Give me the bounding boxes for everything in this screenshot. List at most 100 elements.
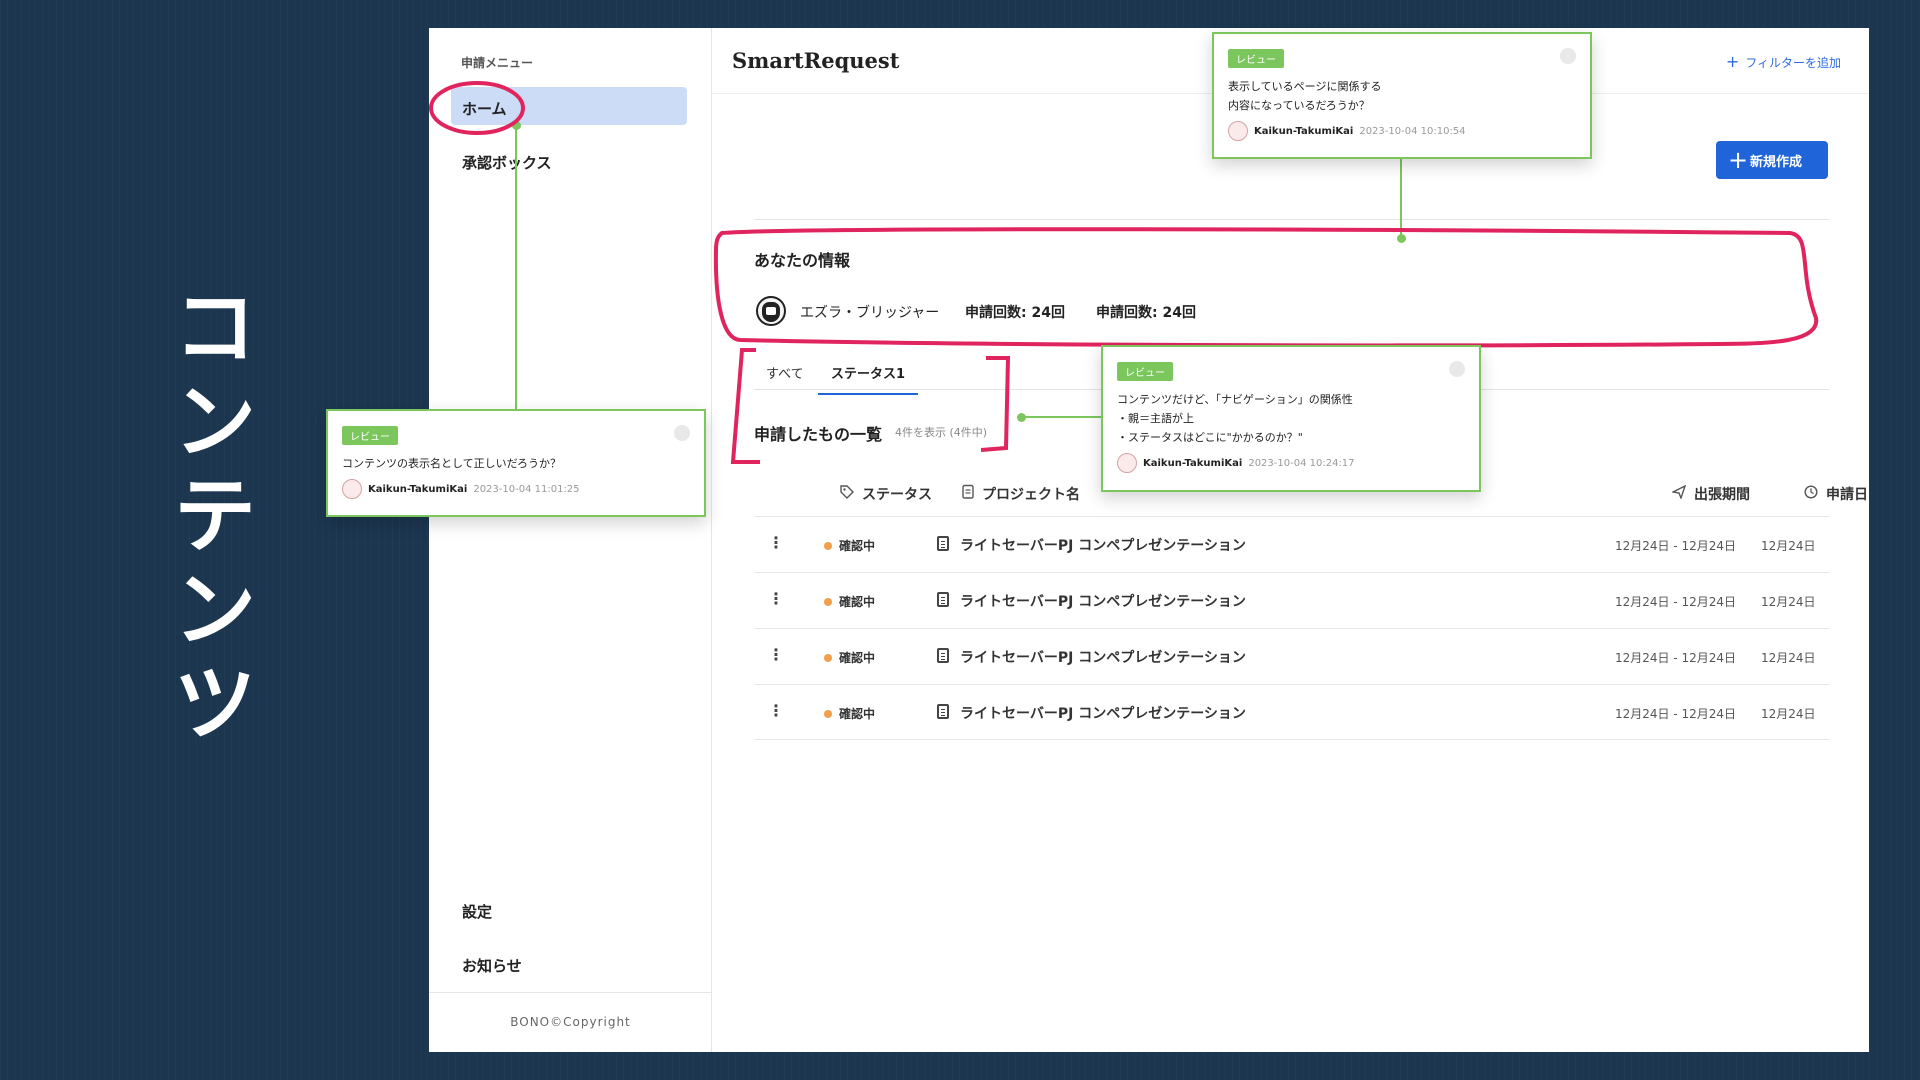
trip-period: 12月24日 - 12月24日 <box>1615 651 1737 665</box>
column-header-label: プロジェクト名 <box>982 487 1080 503</box>
tab-status-1[interactable]: ステータス1 <box>818 363 918 395</box>
review-user: Kaikun-TakumiKai <box>1254 125 1354 137</box>
resolve-toggle[interactable] <box>1449 361 1465 377</box>
review-connector <box>1022 416 1102 418</box>
review-badge: レビュー <box>1117 362 1173 381</box>
add-filter-button[interactable]: + フィルターを追加 <box>1726 52 1841 71</box>
review-card[interactable]: レビュー コンテンツだけど、「ナビゲーション」の関係性 ・親＝主語が上 ・ステー… <box>1101 345 1481 492</box>
plus-icon: + <box>1725 52 1740 71</box>
status-dot <box>824 710 832 718</box>
clipboard-icon <box>937 648 949 663</box>
avatar <box>1117 453 1137 473</box>
review-card[interactable]: レビュー 表示しているページに関係する 内容になっているだろうか？ Kaikun… <box>1212 32 1592 159</box>
app-window: 申請メニュー ホーム 承認ボックス 設定 お知らせ BONO©Copyright… <box>429 28 1869 1052</box>
review-time: 2023-10-04 10:10:54 <box>1359 125 1466 137</box>
copyright: BONO©Copyright <box>510 1015 631 1029</box>
status-badge: 確認中 <box>839 707 876 721</box>
status-badge: 確認中 <box>839 595 876 609</box>
status-badge: 確認中 <box>839 651 876 665</box>
new-request-label: 新規作成 <box>1750 155 1803 170</box>
review-anchor <box>1017 413 1026 422</box>
review-card[interactable]: レビュー コンテンツの表示名として正しいだろうか？ Kaikun-TakumiK… <box>326 409 706 517</box>
apply-date: 12月24日 <box>1761 595 1816 609</box>
main-content: SmartRequest + フィルターを追加 + 新規作成 あなたの情報 エズラ… <box>712 28 1869 1052</box>
more-options-icon[interactable]: ⋮ <box>768 645 784 664</box>
tab-all[interactable]: すべて <box>766 363 804 395</box>
trip-period: 12月24日 - 12月24日 <box>1615 595 1737 609</box>
user-info-heading: あなたの情報 <box>754 251 851 270</box>
list-count: 4件を表示 (4件中) <box>895 426 988 439</box>
resolve-toggle[interactable] <box>1560 48 1576 64</box>
tag-icon <box>840 485 854 503</box>
clipboard-icon <box>937 536 949 551</box>
review-connector <box>1400 158 1402 238</box>
review-text: コンテンツの表示名として正しいだろうか？ <box>342 457 562 470</box>
trip-period: 12月24日 - 12月24日 <box>1615 539 1737 553</box>
app-title: SmartRequest <box>732 48 900 73</box>
review-connector <box>515 125 517 411</box>
more-options-icon[interactable]: ⋮ <box>768 533 784 552</box>
list-title: 申請したもの一覧 <box>754 425 883 444</box>
column-header-project[interactable]: プロジェクト名 <box>962 484 1080 504</box>
trip-period: 12月24日 - 12月24日 <box>1615 707 1737 721</box>
table-row[interactable]: ⋮ 確認中 ライトセーバーPJ コンペプレゼンテーション 12月24日 - 12… <box>754 572 1829 628</box>
clipboard-icon <box>937 592 949 607</box>
sidebar-item-settings[interactable]: 設定 <box>451 890 687 928</box>
sidebar-item-home[interactable]: ホーム <box>451 87 687 125</box>
resolve-toggle[interactable] <box>674 425 690 441</box>
slide-title: コンテンツ <box>173 281 256 752</box>
project-name: ライトセーバーPJ コンペプレゼンテーション <box>960 538 1246 554</box>
project-name: ライトセーバーPJ コンペプレゼンテーション <box>960 706 1246 722</box>
sidebar-item-label: お知らせ <box>462 957 522 975</box>
clipboard-icon <box>962 484 974 503</box>
apply-date: 12月24日 <box>1761 539 1816 553</box>
sidebar: 申請メニュー ホーム 承認ボックス 設定 お知らせ BONO©Copyright <box>429 28 712 1052</box>
avatar <box>342 479 362 499</box>
divider <box>754 219 1829 220</box>
review-anchor <box>1397 234 1406 243</box>
sidebar-item-label: 設定 <box>462 903 493 921</box>
review-text: 表示しているページに関係する 内容になっているだろうか？ <box>1228 80 1382 112</box>
column-header-label: ステータス <box>862 487 932 503</box>
review-badge: レビュー <box>342 426 398 445</box>
table-row[interactable]: ⋮ 確認中 ライトセーバーPJ コンペプレゼンテーション 12月24日 - 12… <box>754 684 1829 740</box>
column-header-label: 申請日 <box>1826 487 1868 503</box>
review-time: 2023-10-04 10:24:17 <box>1248 457 1355 469</box>
status-badge: 確認中 <box>839 539 876 553</box>
status-dot <box>824 542 832 550</box>
apply-date: 12月24日 <box>1761 651 1816 665</box>
plus-icon: + <box>1728 146 1749 174</box>
request-count: 申請回数: 24回 <box>965 305 1065 321</box>
sidebar-item-label: 承認ボックス <box>462 154 552 172</box>
new-request-button[interactable]: + 新規作成 <box>1716 141 1828 179</box>
review-meta: Kaikun-TakumiKai 2023-10-04 10:10:54 <box>1228 121 1576 141</box>
sidebar-item-label: ホーム <box>462 100 507 118</box>
column-header-status[interactable]: ステータス <box>840 484 932 504</box>
sidebar-footer: BONO©Copyright <box>429 992 712 1052</box>
review-meta: Kaikun-TakumiKai 2023-10-04 10:24:17 <box>1117 453 1465 473</box>
review-user: Kaikun-TakumiKai <box>1143 457 1243 469</box>
more-options-icon[interactable]: ⋮ <box>768 701 784 720</box>
review-meta: Kaikun-TakumiKai 2023-10-04 11:01:25 <box>342 479 690 499</box>
column-header-date[interactable]: 申請日 <box>1804 484 1868 504</box>
review-user: Kaikun-TakumiKai <box>368 483 468 495</box>
add-filter-label: フィルターを追加 <box>1745 56 1841 70</box>
table-row[interactable]: ⋮ 確認中 ライトセーバーPJ コンペプレゼンテーション 12月24日 - 12… <box>754 516 1829 572</box>
sidebar-item-approval-box[interactable]: 承認ボックス <box>451 141 687 179</box>
user-name: エズラ・ブリッジャー <box>800 305 940 321</box>
avatar <box>1228 121 1248 141</box>
review-anchor <box>512 121 521 130</box>
clock-icon <box>1804 485 1818 503</box>
column-header-trip[interactable]: 出張期間 <box>1670 484 1750 504</box>
more-options-icon[interactable]: ⋮ <box>768 589 784 608</box>
review-time: 2023-10-04 11:01:25 <box>473 483 580 495</box>
sidebar-item-notifications[interactable]: お知らせ <box>451 944 687 982</box>
menu-header: 申請メニュー <box>461 56 534 70</box>
status-dot <box>824 598 832 606</box>
project-name: ライトセーバーPJ コンペプレゼンテーション <box>960 650 1246 666</box>
clipboard-icon <box>937 704 949 719</box>
status-dot <box>824 654 832 662</box>
table-row[interactable]: ⋮ 確認中 ライトセーバーPJ コンペプレゼンテーション 12月24日 - 12… <box>754 628 1829 684</box>
project-name: ライトセーバーPJ コンペプレゼンテーション <box>960 594 1246 610</box>
request-count-2: 申請回数: 24回 <box>1096 305 1196 321</box>
